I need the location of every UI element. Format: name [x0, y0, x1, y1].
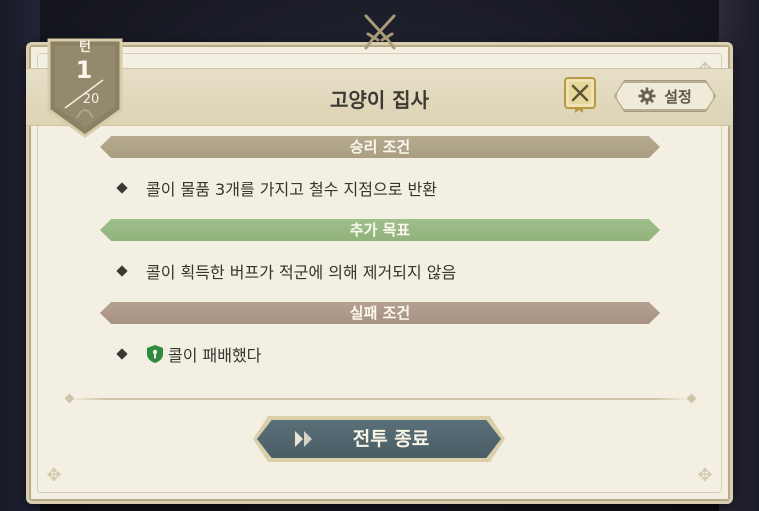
- extra-objective-text: 콜이 획득한 버프가 적군에 의해 제거되지 않음: [146, 263, 457, 282]
- victory-condition-item: 콜이 물품 3개를 가지고 철수 지점으로 반환: [116, 176, 437, 200]
- end-battle-label: 전투 종료: [352, 428, 430, 450]
- turn-label: 턴: [79, 40, 91, 55]
- turn-total: 20: [82, 92, 100, 107]
- bullet-icon: [116, 348, 128, 360]
- victory-condition-text: 콜이 물품 3개를 가지고 철수 지점으로 반환: [146, 180, 437, 199]
- victory-condition-header: 승리 조건: [100, 136, 660, 158]
- extra-objective-header: 추가 목표: [100, 219, 660, 241]
- mission-book-icon[interactable]: [563, 76, 597, 114]
- defeat-condition-item: 콜이 패배했다: [116, 342, 262, 366]
- ally-shield-icon: [147, 345, 163, 363]
- settings-label: 설정: [664, 87, 692, 106]
- extra-objective-item: 콜이 획득한 버프가 적군에 의해 제거되지 않음: [116, 259, 457, 283]
- corner-ornament-icon: ✥: [46, 465, 62, 486]
- gear-icon: [638, 87, 656, 105]
- defeat-condition-header: 실패 조건: [100, 302, 660, 324]
- turn-current: 1: [75, 56, 93, 84]
- defeat-condition-text: 콜이 패배했다: [168, 346, 262, 365]
- divider: [68, 398, 692, 400]
- corner-ornament-icon: ✥: [697, 465, 713, 486]
- bullet-icon: [116, 182, 128, 194]
- crossed-swords-icon: [364, 14, 396, 50]
- bullet-icon: [116, 265, 128, 277]
- end-battle-button[interactable]: 전투 종료: [253, 416, 505, 462]
- settings-button[interactable]: 설정: [615, 81, 715, 111]
